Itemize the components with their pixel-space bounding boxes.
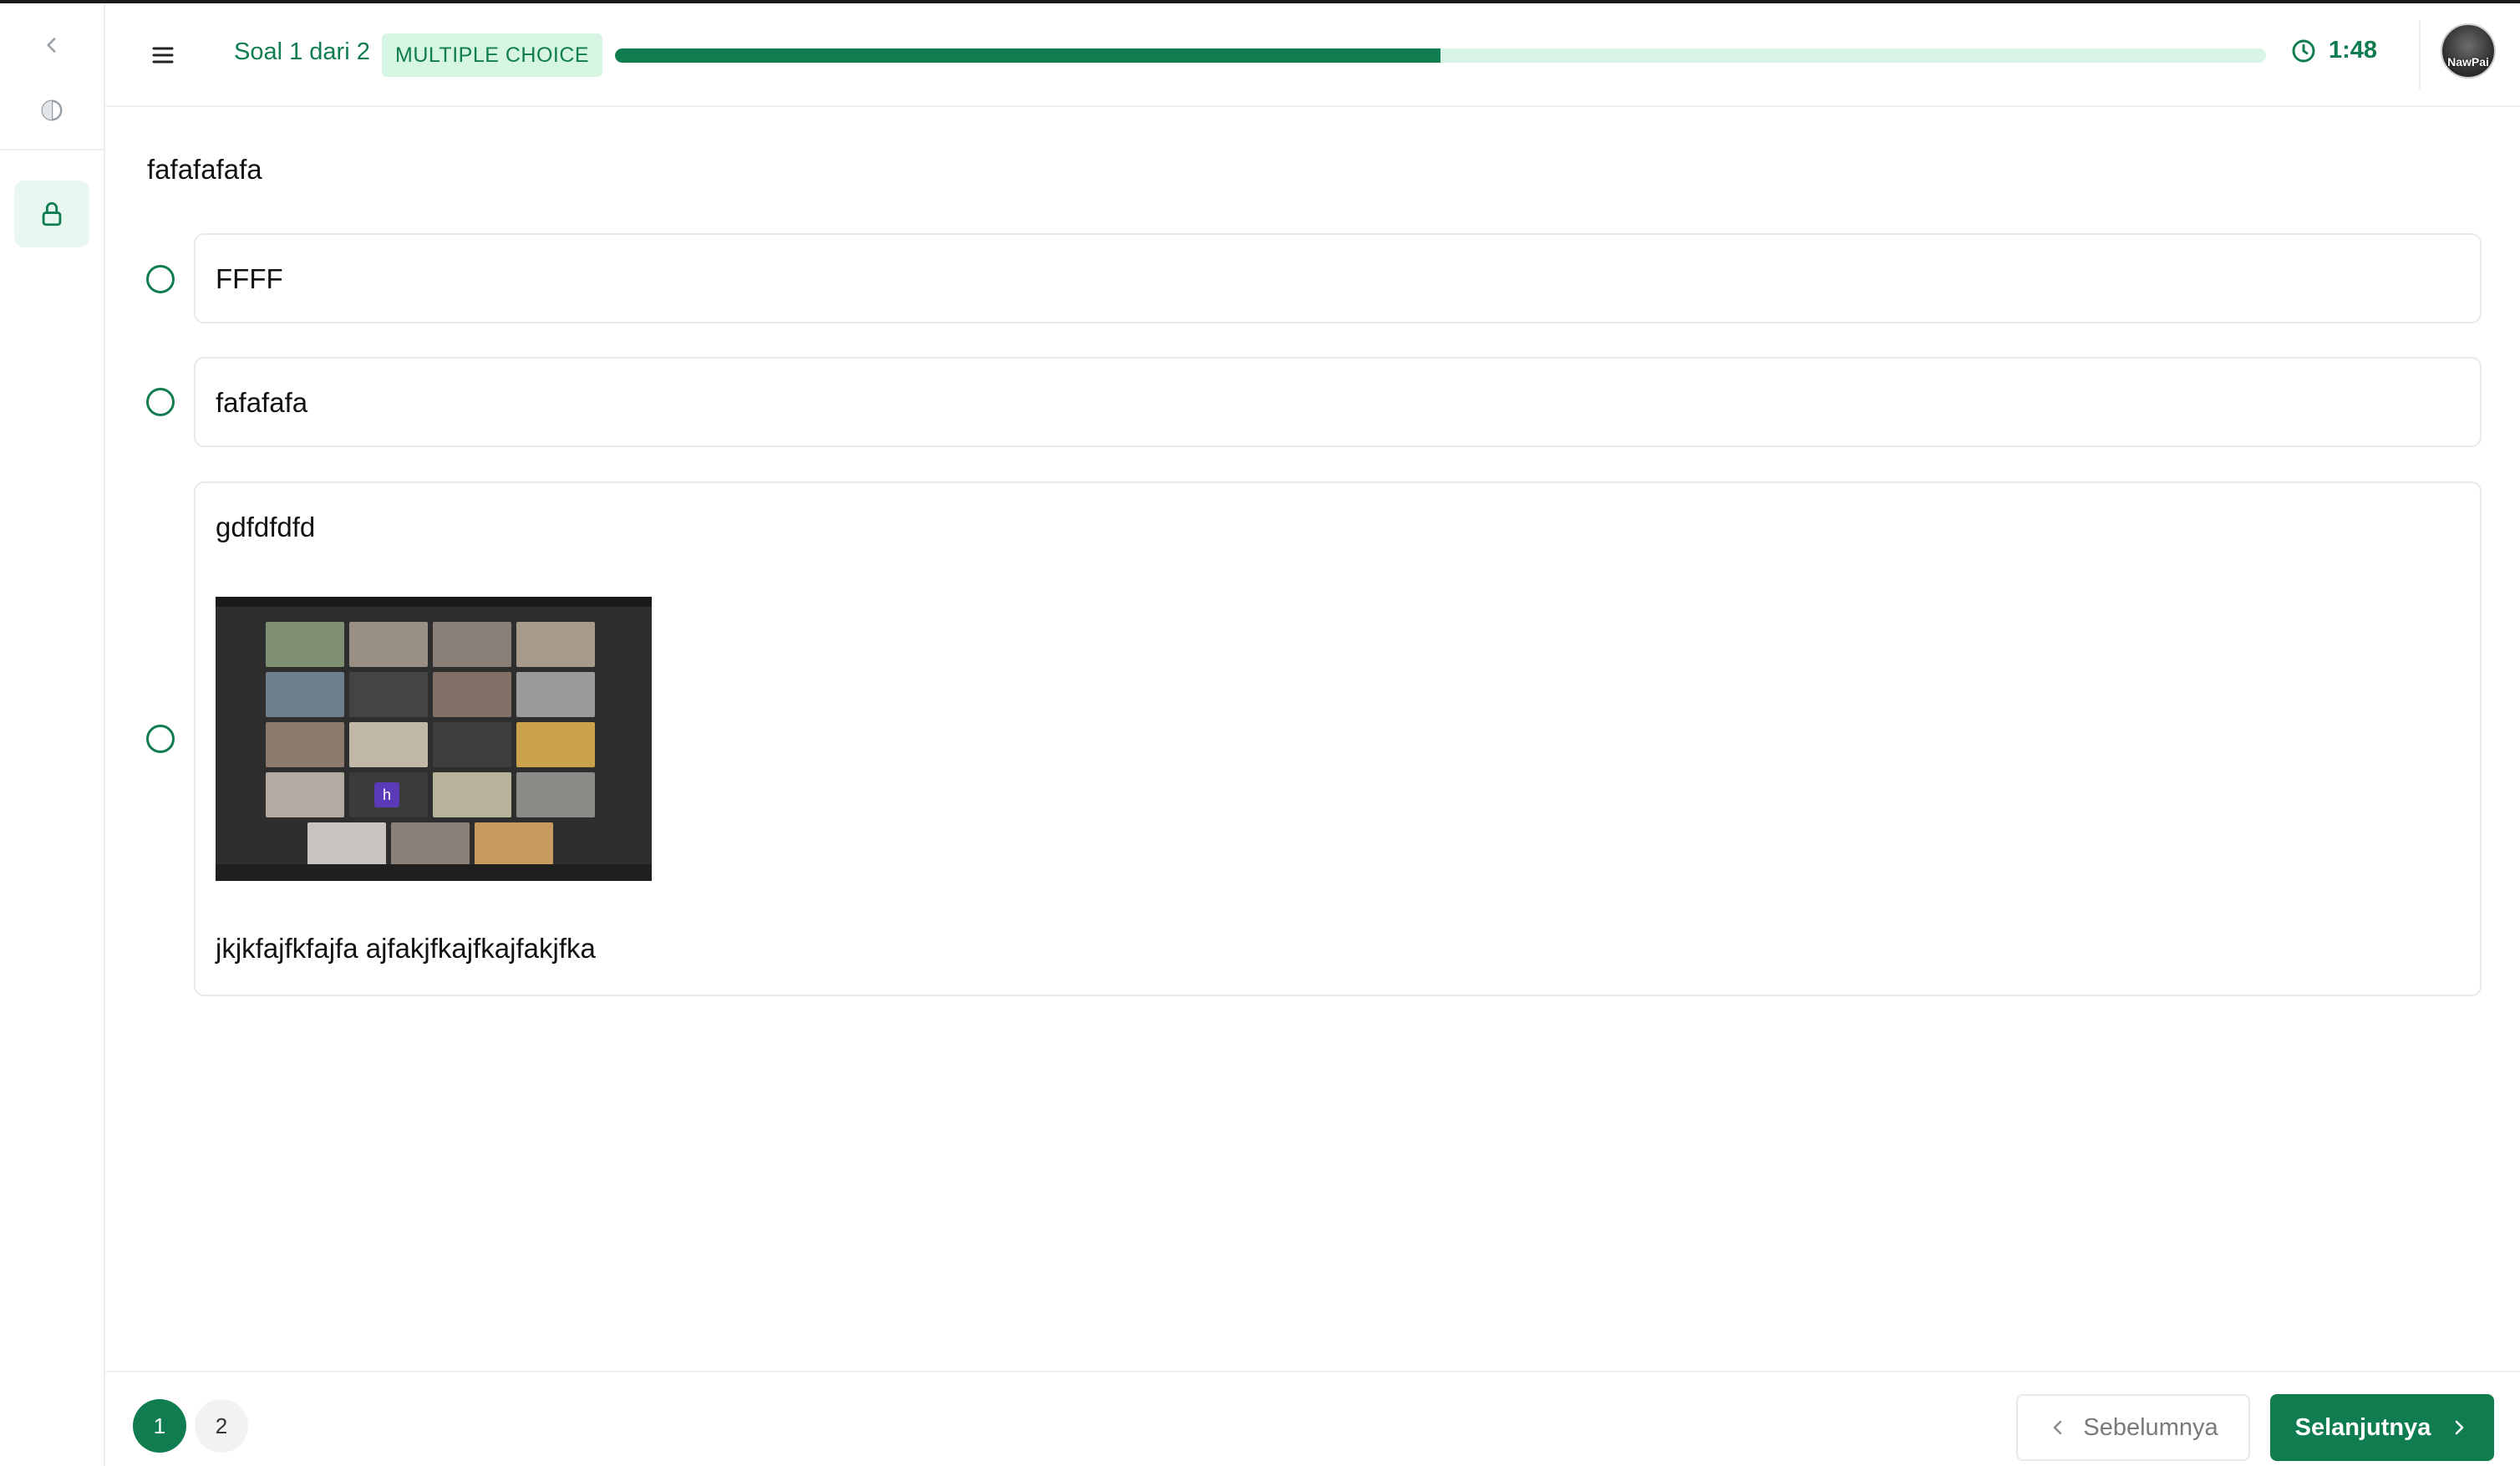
previous-button[interactable]: Sebelumnya bbox=[2016, 1394, 2250, 1461]
lock-button[interactable] bbox=[14, 181, 89, 247]
question-text: fafafafafa bbox=[147, 154, 262, 185]
chevron-left-icon bbox=[2054, 1420, 2062, 1435]
left-rail bbox=[0, 3, 105, 1466]
theme-contrast-icon bbox=[41, 99, 63, 121]
next-button[interactable]: Selanjutnya bbox=[2270, 1394, 2494, 1461]
menu-button[interactable] bbox=[145, 37, 181, 74]
page-button-2[interactable]: 2 bbox=[195, 1399, 248, 1453]
option-card-1[interactable]: FFFF bbox=[194, 233, 2482, 323]
lock-icon bbox=[42, 201, 62, 227]
option-card-3[interactable]: gdfdfdfd h jkjkfajfkfajfa ajfakjfkajfkaj… bbox=[194, 481, 2482, 996]
avatar-text: NawPai bbox=[2447, 55, 2489, 69]
option-radio-2[interactable] bbox=[146, 388, 175, 416]
rail-divider bbox=[0, 149, 105, 150]
avatar[interactable]: NawPai bbox=[2441, 23, 2496, 79]
option-text: fafafafa bbox=[216, 387, 308, 418]
clock-icon bbox=[2292, 39, 2315, 62]
previous-label: Sebelumnya bbox=[2083, 1413, 2218, 1441]
header-divider bbox=[2419, 20, 2421, 90]
option-text-bottom: jkjkfajfkfajfa ajfakjfkajfkajfakjfka bbox=[216, 933, 596, 964]
collapse-button[interactable] bbox=[14, 12, 89, 79]
option-text-top: gdfdfdfd bbox=[216, 512, 316, 542]
option-text: FFFF bbox=[216, 263, 283, 294]
option-card-2[interactable]: fafafafa bbox=[194, 357, 2482, 447]
chevron-right-icon bbox=[2456, 1420, 2464, 1435]
option-image: h bbox=[216, 597, 652, 881]
next-label: Selanjutnya bbox=[2294, 1413, 2431, 1441]
chevron-left-icon bbox=[47, 38, 56, 53]
page-button-1[interactable]: 1 bbox=[133, 1399, 186, 1453]
progress-fill bbox=[615, 48, 1440, 63]
progress-bar bbox=[615, 48, 2266, 63]
timer: 1:48 bbox=[2290, 37, 2377, 64]
theme-toggle-button[interactable] bbox=[14, 77, 89, 144]
question-counter: Soal 1 dari 2 bbox=[234, 38, 370, 65]
option-radio-1[interactable] bbox=[146, 265, 175, 293]
quiz-header: Soal 1 dari 2 MULTIPLE CHOICE 1:48 NawPa… bbox=[106, 3, 2520, 107]
menu-icon bbox=[152, 47, 174, 64]
option-radio-3[interactable] bbox=[146, 725, 175, 753]
timer-value: 1:48 bbox=[2329, 37, 2378, 64]
question-type-badge: MULTIPLE CHOICE bbox=[382, 33, 603, 77]
quiz-footer: 1 2 Sebelumnya Selanjutnya bbox=[106, 1371, 2520, 1466]
